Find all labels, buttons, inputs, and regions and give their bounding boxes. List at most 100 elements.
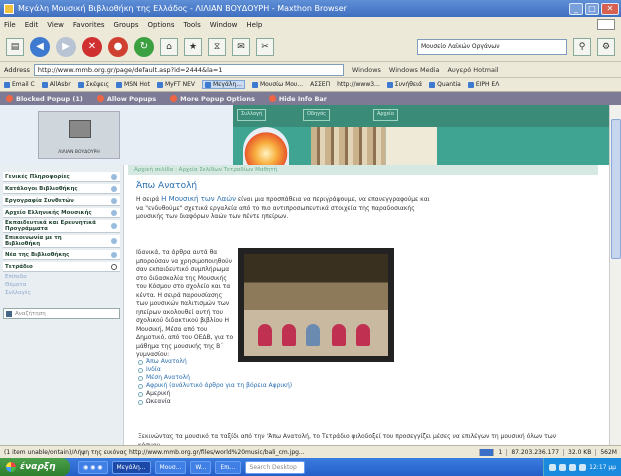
bookmark[interactable]: Συνήθειά — [386, 81, 422, 88]
blocked-popup-button[interactable]: Blocked Popup (1) — [6, 95, 83, 103]
forward-button[interactable]: ▶ — [56, 36, 76, 57]
menu-file[interactable]: File — [4, 21, 16, 29]
taskbar-item-browser[interactable]: Μεγάλη... — [111, 460, 151, 474]
banner-band — [233, 105, 621, 127]
sidebar-item-news[interactable]: Νέα της Βιβλιοθήκης — [3, 250, 120, 260]
list-item[interactable]: Αμερική — [138, 390, 292, 398]
bookmark[interactable]: MSN Hot — [116, 81, 150, 88]
back-button[interactable]: ◀ — [30, 36, 50, 57]
close-button[interactable]: ✕ — [601, 2, 619, 15]
menu-groups[interactable]: Groups — [114, 21, 139, 29]
sidebar-subitem[interactable]: Επίπεδο — [5, 274, 123, 280]
menu-options[interactable]: Options — [148, 21, 175, 29]
bookmark[interactable]: Quantia — [429, 81, 461, 88]
refresh-button[interactable]: ● — [108, 36, 128, 57]
bookmark-icon — [4, 81, 10, 88]
bookmark[interactable]: ΕΙΡΗ ΕΛ — [467, 81, 499, 88]
sidebar-item-catalogues[interactable]: Κατάλογοι Βιβλιοθήκης — [3, 184, 120, 194]
favorites-icon[interactable]: ★ — [184, 37, 202, 56]
link-hotmail[interactable]: Αυγερό Hotmail — [448, 66, 499, 74]
tools-icon[interactable]: ✂ — [256, 37, 274, 56]
side-paragraph: Ιδανικά, τα άρθρα αυτά θα μπορούσαν να χ… — [136, 249, 234, 358]
search-go-icon[interactable]: ⚲ — [573, 37, 591, 56]
bookmark[interactable]: Σκέψεις — [77, 81, 109, 88]
bookmark-active[interactable]: Μεγάλη... — [201, 80, 245, 89]
desktop-search-input[interactable]: Search Desktop — [244, 460, 305, 474]
site-logo[interactable]: ΛΙΛΙΑΝ ΒΟΥΔΟΥΡΗ — [38, 111, 120, 159]
banner-sun-image — [243, 127, 289, 165]
menu-window[interactable]: Window — [210, 21, 238, 29]
sidebar-item-programs[interactable]: Εκπαιδευτικά και Ερευνητικά Προγράμματα — [3, 220, 120, 233]
refresh-icon[interactable]: ↻ — [134, 36, 154, 57]
mail-icon[interactable]: ✉ — [232, 37, 250, 56]
sidebar-subitem[interactable]: Συλλογές — [5, 290, 123, 296]
maximize-button[interactable]: □ — [585, 2, 599, 15]
link-windows[interactable]: Windows — [352, 66, 381, 74]
history-icon[interactable]: ⧖ — [208, 37, 226, 56]
menu-favorites[interactable]: Favorites — [73, 21, 105, 29]
stop-button[interactable]: ✕ — [82, 36, 102, 57]
list-item[interactable]: Ωκεανία — [138, 398, 292, 406]
sidebar-item-archive[interactable]: Αρχείο Ελληνικής Μουσικής — [3, 208, 120, 218]
tray-icon[interactable] — [559, 463, 567, 471]
menu-view[interactable]: View — [47, 21, 64, 29]
arrow-icon — [111, 173, 117, 180]
banner-tab[interactable]: Συλλογή — [237, 109, 267, 121]
options-icon[interactable]: ⚙ — [597, 37, 615, 56]
series-link[interactable]: Η Μουσική των Λαών — [161, 195, 236, 203]
search-input[interactable]: Μουσείο Λαϊκών Οργάνων — [417, 38, 567, 55]
start-button[interactable]: έναρξη — [0, 458, 70, 476]
bookmark[interactable]: Μουσίω Μου... — [252, 81, 303, 88]
logo-mark — [69, 120, 91, 138]
tray-icon[interactable] — [569, 463, 577, 471]
sidebar-item-notebook[interactable]: Τετράδιο — [3, 262, 120, 272]
sidebar-item-contact[interactable]: Επικοινωνία με τη Βιβλιοθήκη — [3, 235, 120, 248]
list-item[interactable]: Άπω Ανατολή — [138, 358, 292, 366]
banner-photo-strip — [311, 127, 385, 165]
banner-tab[interactable]: Αρχείο — [373, 109, 398, 121]
figure — [258, 324, 272, 346]
taskbar-item[interactable]: W... — [190, 460, 212, 474]
arrow-icon — [111, 223, 117, 229]
link-windows-media[interactable]: Windows Media — [389, 66, 440, 74]
menu-edit[interactable]: Edit — [25, 21, 39, 29]
breadcrumb[interactable]: Αρχική σελίδα : Αρχεία Σελίδων Τετραδίων… — [128, 165, 598, 175]
banner-tab[interactable]: Οδηγός — [303, 109, 331, 121]
home-icon[interactable]: ⌂ — [160, 37, 178, 56]
quick-launch-icon[interactable]: ◉ ◉ ◉ — [78, 460, 108, 474]
tray-icon[interactable] — [549, 463, 557, 471]
tray-icon[interactable] — [579, 463, 587, 471]
taskbar: έναρξη ◉ ◉ ◉ Μεγάλη... Μουσ... W... Επι.… — [0, 458, 621, 476]
more-popup-options-button[interactable]: More Popup Options — [170, 95, 255, 103]
region-list: Άπω Ανατολή Ινδία Μέση Ανατολή Αφρική (α… — [138, 358, 292, 406]
bookmark[interactable]: ΑΣΣΕΠ — [310, 81, 330, 88]
address-input[interactable]: http://www.mmb.org.gr/page/default.asp?i… — [33, 63, 344, 76]
list-item[interactable]: Ινδία — [138, 366, 292, 374]
bookmark[interactable]: MyFT NEV — [156, 81, 195, 88]
list-item[interactable]: Αφρική (ανάλυτικό άρθρο για τη βόρεια Αφ… — [138, 382, 292, 390]
hide-info-bar-button[interactable]: Hide Info Bar — [268, 95, 327, 103]
list-item[interactable]: Μέση Ανατολή — [138, 374, 292, 382]
scrollbar-thumb[interactable] — [611, 119, 621, 259]
bookmark[interactable]: AllAsbr — [41, 81, 71, 88]
download-speed: 32.0 KB — [563, 448, 595, 456]
bookmark-icon — [77, 81, 84, 88]
address-label: Address — [4, 65, 30, 74]
taskbar-item[interactable]: Μουσ... — [154, 460, 187, 474]
sidebar-search[interactable]: Αναζήτηση — [3, 308, 120, 319]
sidebar-subitem[interactable]: Θέματα — [5, 282, 123, 288]
taskbar-item[interactable]: Επι... — [215, 460, 241, 474]
web-page: ΛΙΛΙΑΝ ΒΟΥΔΟΥΡΗ Συλλογή Οδηγός Αρχείο Γε… — [0, 105, 621, 445]
vertical-scrollbar[interactable] — [609, 105, 621, 445]
bookmark[interactable]: Email C — [4, 81, 35, 88]
arrow-icon — [111, 209, 117, 216]
menu-help[interactable]: Help — [246, 21, 262, 29]
minimize-button[interactable]: _ — [569, 2, 583, 15]
windows-flag-icon — [597, 19, 615, 30]
menu-tools[interactable]: Tools — [184, 21, 201, 29]
bookmark[interactable]: http://www3... — [337, 81, 380, 88]
sidebar-item-composers[interactable]: Εργογραφία Συνθετών — [3, 196, 120, 206]
allow-popups-button[interactable]: Allow Popups — [96, 95, 156, 103]
sidebar-item-general-info[interactable]: Γενικές Πληροφορίες — [3, 172, 120, 182]
new-page-icon[interactable]: ▤ — [6, 37, 24, 56]
